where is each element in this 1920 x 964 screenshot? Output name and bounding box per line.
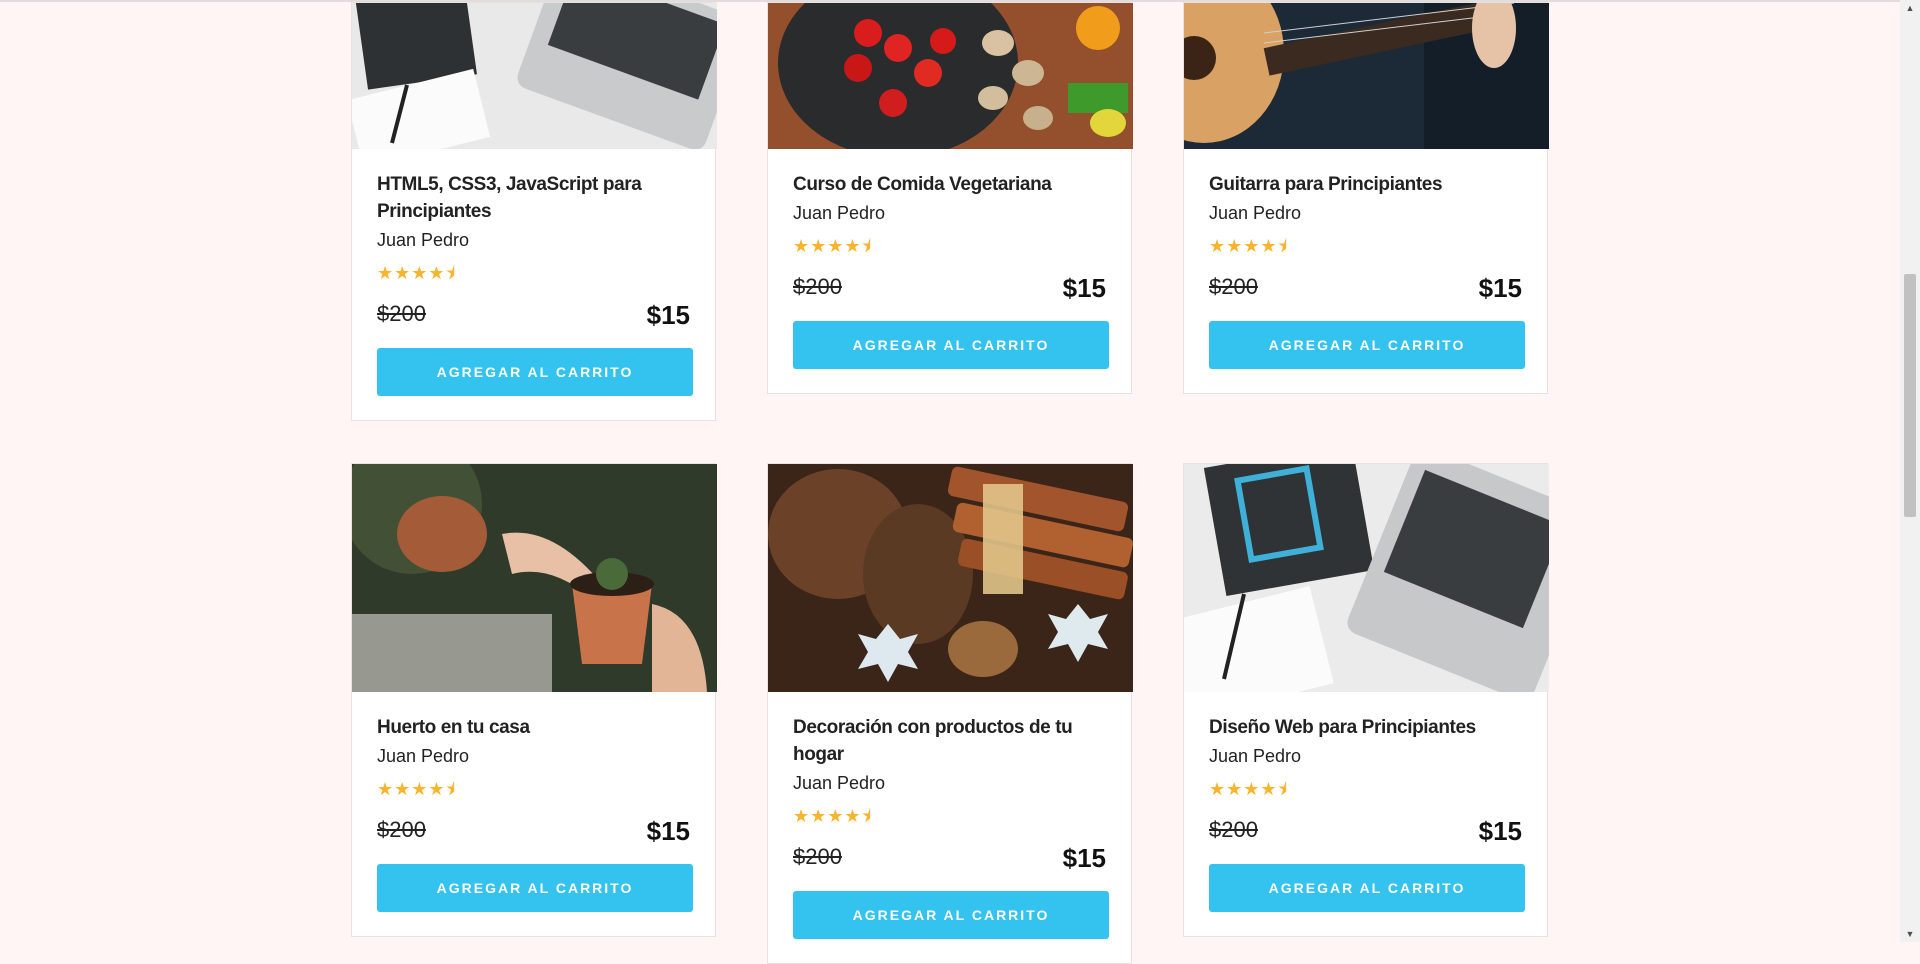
chevron-down-icon[interactable]: ▼ xyxy=(1900,926,1920,942)
course-title: Diseño Web para Principiantes xyxy=(1209,717,1476,738)
course-card: Huerto en tu casa Juan Pedro ★★★★⯨ $200 … xyxy=(351,463,717,937)
sale-price: $15 xyxy=(1062,273,1106,303)
course-card: Diseño Web para Principiantes Juan Pedro… xyxy=(1183,463,1549,937)
sale-price: $15 xyxy=(1062,843,1106,873)
rating-stars-icon: ★★★★⯨ xyxy=(793,236,873,256)
course-card: Decoración con productos de tu hogar Jua… xyxy=(767,463,1133,964)
original-price: $200 xyxy=(1209,274,1258,299)
course-title: Guitarra para Principiantes xyxy=(1209,174,1443,195)
course-title: Curso de Comida Vegetariana xyxy=(793,174,1052,195)
add-to-cart-button[interactable]: Agregar al carrito xyxy=(1209,864,1525,912)
add-to-cart-button[interactable]: Agregar al carrito xyxy=(377,348,693,396)
course-title: Decoración con productos de tu hogar xyxy=(793,717,1073,765)
course-author: Juan Pedro xyxy=(793,203,886,223)
original-price: $200 xyxy=(377,817,426,842)
course-image-vegetables[interactable] xyxy=(768,3,1133,149)
add-to-cart-button[interactable]: Agregar al carrito xyxy=(793,891,1109,939)
chevron-up-icon[interactable]: ▲ xyxy=(1900,0,1920,16)
course-card: HTML5, CSS3, JavaScript para Principiant… xyxy=(351,2,717,421)
course-title: HTML5, CSS3, JavaScript para Principiant… xyxy=(377,174,642,222)
scrollbar-thumb[interactable] xyxy=(1904,274,1916,517)
original-price: $200 xyxy=(1209,817,1258,842)
rating-stars-icon: ★★★★⯨ xyxy=(377,263,457,283)
course-author: Juan Pedro xyxy=(377,230,470,250)
course-image-guitar[interactable] xyxy=(1184,3,1549,149)
course-author: Juan Pedro xyxy=(1209,203,1302,223)
course-image-decoration[interactable] xyxy=(768,464,1133,692)
course-title: Huerto en tu casa xyxy=(377,717,530,738)
course-card: Guitarra para Principiantes Juan Pedro ★… xyxy=(1183,2,1549,394)
sale-price: $15 xyxy=(646,300,690,330)
sale-price: $15 xyxy=(1478,273,1522,303)
course-image-plant-pot[interactable] xyxy=(352,464,717,692)
course-image-web-design[interactable] xyxy=(1184,464,1549,692)
course-card: Curso de Comida Vegetariana Juan Pedro ★… xyxy=(767,2,1133,394)
original-price: $200 xyxy=(377,301,426,326)
rating-stars-icon: ★★★★⯨ xyxy=(793,806,873,826)
course-image-laptop[interactable] xyxy=(352,3,717,149)
course-author: Juan Pedro xyxy=(793,773,886,793)
rating-stars-icon: ★★★★⯨ xyxy=(377,779,457,799)
course-author: Juan Pedro xyxy=(377,746,470,766)
original-price: $200 xyxy=(793,844,842,869)
vertical-scrollbar[interactable]: ▲ ▼ xyxy=(1900,0,1920,942)
add-to-cart-button[interactable]: Agregar al carrito xyxy=(377,864,693,912)
add-to-cart-button[interactable]: Agregar al carrito xyxy=(1209,321,1525,369)
rating-stars-icon: ★★★★⯨ xyxy=(1209,779,1289,799)
add-to-cart-button[interactable]: Agregar al carrito xyxy=(793,321,1109,369)
original-price: $200 xyxy=(793,274,842,299)
sale-price: $15 xyxy=(646,816,690,846)
rating-stars-icon: ★★★★⯨ xyxy=(1209,236,1289,256)
course-author: Juan Pedro xyxy=(1209,746,1302,766)
sale-price: $15 xyxy=(1478,816,1522,846)
